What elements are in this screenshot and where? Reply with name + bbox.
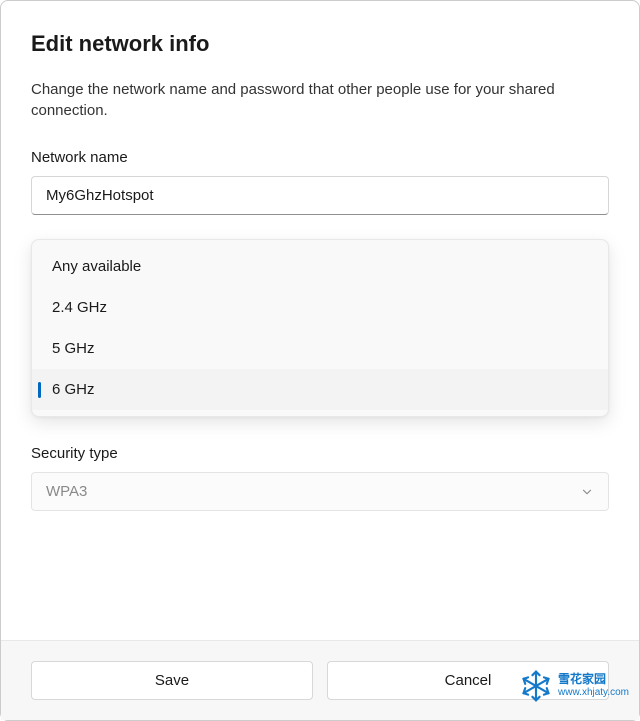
edit-network-dialog: Edit network info Change the network nam… bbox=[0, 0, 640, 721]
band-dropdown-list: Any available 2.4 GHz 5 GHz 6 GHz bbox=[31, 239, 609, 417]
band-option-24ghz[interactable]: 2.4 GHz bbox=[32, 287, 608, 328]
band-option-6ghz[interactable]: 6 GHz bbox=[32, 369, 608, 410]
chevron-down-icon bbox=[580, 485, 594, 499]
security-type-select-wrapper: WPA3 bbox=[31, 472, 609, 511]
band-option-any[interactable]: Any available bbox=[32, 246, 608, 287]
save-button[interactable]: Save bbox=[31, 661, 313, 700]
security-type-select[interactable]: WPA3 bbox=[31, 472, 609, 511]
dialog-description: Change the network name and password tha… bbox=[31, 79, 609, 121]
band-option-5ghz[interactable]: 5 GHz bbox=[32, 328, 608, 369]
network-name-label: Network name bbox=[31, 149, 609, 166]
dialog-footer: Save Cancel bbox=[1, 640, 639, 720]
dialog-content: Edit network info Change the network nam… bbox=[1, 1, 639, 640]
dialog-title: Edit network info bbox=[31, 31, 609, 57]
security-type-label: Security type bbox=[31, 445, 609, 462]
network-name-input[interactable] bbox=[31, 176, 609, 215]
security-type-value: WPA3 bbox=[46, 483, 87, 500]
cancel-button[interactable]: Cancel bbox=[327, 661, 609, 700]
